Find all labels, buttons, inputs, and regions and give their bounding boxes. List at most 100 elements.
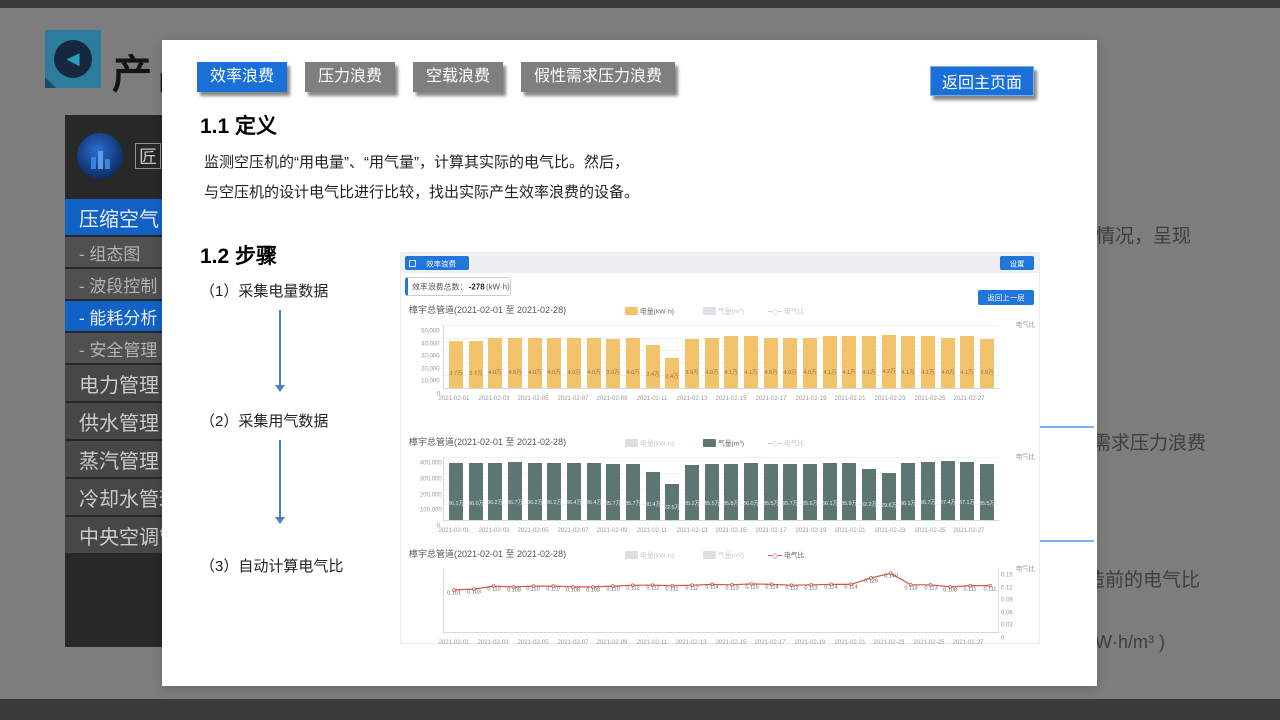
dashboard-topbar [401, 253, 1039, 273]
blue-divider-dash [1036, 540, 1094, 542]
right-axis-label: 电气比 [1002, 315, 1035, 333]
back-arrow-icon: ◀ [54, 40, 92, 78]
bar: 36.4万 [587, 463, 601, 520]
bar: 4.0万 [803, 338, 817, 388]
bar: 4.0万 [567, 338, 581, 388]
legend-line-icon: ◇ [768, 443, 782, 444]
bar: 35.8万 [724, 464, 738, 520]
tab[interactable]: 空载浪费 [413, 62, 503, 92]
slide-top-border [0, 0, 1280, 8]
module-button[interactable]: 效率浪费 [405, 256, 469, 270]
bar: 3.9万 [685, 339, 699, 388]
back-app-icon[interactable]: ◀ [45, 30, 101, 88]
bar: 4.1万 [901, 336, 915, 388]
legend-item[interactable]: 电量(kW·h) [625, 547, 695, 563]
tab[interactable]: 压力浪费 [305, 62, 395, 92]
legend-swatch-icon [703, 439, 716, 447]
bar: 4.2万 [882, 335, 896, 388]
bar: 4.0万 [587, 338, 601, 388]
electricity-bar-chart: 樟宇总管道(2021-02-01 至 2021-02-28) 电量(kW·h) 气量… [401, 299, 1041, 389]
bar: 3.9万 [606, 339, 620, 388]
bar: 2.4万 [665, 358, 679, 388]
legend-line-icon: ◇ [768, 311, 782, 312]
bar: 36.2万 [528, 463, 542, 520]
definition-heading: 1.1 定义 [200, 110, 277, 140]
bar: 36.2万 [488, 463, 502, 520]
bar: 35.5万 [705, 464, 719, 520]
bar: 4.0万 [941, 338, 955, 388]
legend-item[interactable]: 气量(m³) [703, 547, 760, 563]
bar: 3.9万 [980, 339, 994, 388]
bar: 36.4万 [567, 463, 581, 520]
bar: 4.1万 [842, 336, 856, 388]
plot-area: 400,000300,000200,000100,000036.1万36.0万3… [443, 457, 999, 521]
chart-icon [409, 260, 416, 267]
bar: 4.1万 [862, 336, 876, 388]
waste-total-badge: 效率浪费总数： -278 (kW·h) [405, 277, 511, 296]
bar: 35.7万 [626, 464, 640, 520]
bar: 4.1万 [921, 336, 935, 388]
legend-item[interactable]: 气量(m³) [703, 435, 760, 451]
bar: 4.0万 [764, 338, 778, 388]
legend-item[interactable]: ◇电气比 [768, 435, 817, 451]
detail-panel: 效率浪费压力浪费空载浪费假性需求压力浪费 返回主页面 1.1 定义 监测空压机的… [162, 40, 1097, 686]
chart-title: 樟宇总管道(2021-02-01 至 2021-02-28) [409, 545, 618, 563]
bar: 35.7万 [783, 464, 797, 520]
legend-item[interactable]: ◇电气比 [768, 547, 817, 563]
chart-legend: 电量(kW·h) 气量(m³) ◇电气比 [625, 303, 817, 319]
bar: 3.7万 [449, 341, 463, 388]
bar: 4.1万 [823, 336, 837, 388]
bar: 32.2万 [862, 469, 876, 520]
bar: 4.0万 [783, 338, 797, 388]
legend-swatch-icon [625, 551, 638, 559]
background-text-2: 需求压力浪费 [1092, 428, 1206, 455]
bar: 4.0万 [508, 338, 522, 388]
bar: 4.1万 [744, 336, 758, 388]
legend-item[interactable]: 电量(kW·h) [625, 435, 695, 451]
legend-item[interactable]: 气量(m³) [703, 303, 760, 319]
background-text-4: kW·h/m³ ) [1086, 632, 1165, 653]
chart-legend: 电量(kW·h) 气量(m³) ◇电气比 [625, 547, 817, 563]
step-1: （1）采集电量数据 [200, 280, 328, 301]
plot-area: 50,00040,00030,00020,00010,00003.7万3.7万4… [443, 325, 999, 389]
chart-title: 樟宇总管道(2021-02-01 至 2021-02-28) [409, 433, 618, 451]
legend-swatch-icon [703, 551, 716, 559]
bar: 37.4万 [941, 461, 955, 520]
bar: 36.1万 [901, 463, 915, 520]
bar: 4.0万 [528, 338, 542, 388]
bar: 36.1万 [449, 463, 463, 520]
waste-total-value: -278 [469, 282, 485, 291]
bar: 36.2万 [547, 463, 561, 520]
step-2: （2）采集用气数据 [200, 410, 328, 431]
bar: 36.7万 [508, 462, 522, 520]
definition-line-1: 监测空压机的“用电量”、“用气量”，计算其实际的电气比。然后， [204, 148, 639, 178]
chart-title: 樟宇总管道(2021-02-01 至 2021-02-28) [409, 301, 618, 319]
bar: 36.0万 [469, 463, 483, 520]
waste-total-unit: (kW·h) [486, 282, 510, 291]
settings-button[interactable]: 设置 [1000, 256, 1034, 270]
tab[interactable]: 假性需求压力浪费 [521, 62, 675, 92]
steps-heading: 1.2 步骤 [200, 240, 277, 270]
company-logo-icon [77, 133, 123, 179]
bar: 35.2万 [685, 465, 699, 520]
bar: 35.9万 [842, 463, 856, 520]
down-arrow-icon [279, 440, 281, 522]
slide-bottom-border [0, 699, 1280, 720]
return-main-button[interactable]: 返回主页面 [930, 66, 1034, 96]
bar: 35.5万 [980, 464, 994, 520]
legend-line-icon: ◇ [768, 555, 782, 556]
definition-line-2: 与空压机的设计电气比进行比较，找出实际产生效率浪费的设备。 [204, 178, 639, 208]
bar: 22.6万 [665, 484, 679, 520]
waste-type-tabs: 效率浪费压力浪费空载浪费假性需求压力浪费 [197, 62, 675, 92]
bar: 36.1万 [823, 463, 837, 520]
legend-swatch-icon [625, 439, 638, 447]
bar: 4.1万 [960, 336, 974, 388]
chart-legend: 电量(kW·h) 气量(m³) ◇电气比 [625, 435, 817, 451]
legend-item[interactable]: 电量(kW·h) [625, 303, 695, 319]
legend-item[interactable]: ◇电气比 [768, 303, 817, 319]
gas-bar-chart: 樟宇总管道(2021-02-01 至 2021-02-28) 电量(kW·h) 气量… [401, 431, 1041, 521]
bar: 4.1万 [724, 336, 738, 388]
bar: 29.8万 [882, 473, 896, 520]
tab[interactable]: 效率浪费 [197, 62, 287, 92]
background-text-3: 造前的电气比 [1086, 565, 1200, 592]
